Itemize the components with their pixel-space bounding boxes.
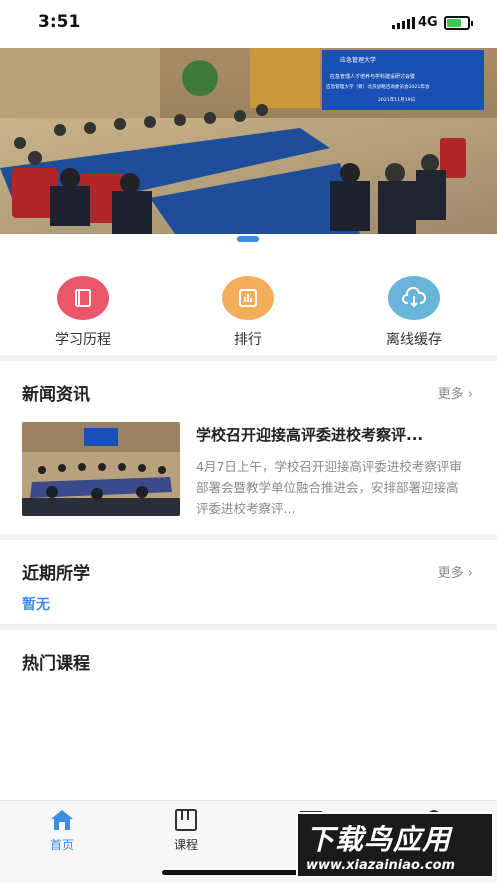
watermark-url: www.xiazainiao.com: [306, 858, 456, 873]
banner-screen-date: 2021年11月19日: [378, 96, 415, 103]
news-image: [22, 422, 180, 516]
cloud-download-icon: [388, 276, 440, 320]
divider: [0, 624, 497, 630]
recent-section-title: 近期所学: [22, 564, 90, 584]
quick-action-label: 学习历程: [55, 332, 111, 348]
recent-more-label: 更多: [437, 566, 464, 581]
news-thumbnail[interactable]: [22, 422, 180, 516]
news-section-title: 新闻资讯: [22, 385, 90, 405]
tab-home[interactable]: 首页: [32, 807, 92, 853]
news-more-label: 更多: [437, 387, 464, 402]
quick-action-learning-history[interactable]: 学习历程: [28, 276, 138, 349]
recent-more-link[interactable]: 更多 ›: [438, 562, 473, 581]
tab-course[interactable]: 课程: [156, 807, 216, 853]
quick-action-ranking[interactable]: 排行: [193, 276, 303, 349]
status-time: 3:51: [38, 12, 81, 32]
chevron-right-icon: ›: [467, 387, 473, 402]
divider: [0, 355, 497, 361]
banner-image: 应急管理大学 应急管理人才培养与学科建设研讨会暨 应急管理大学（筹）北京战略咨询…: [0, 48, 497, 234]
quick-actions: 学习历程 排行 离线缓存: [0, 258, 497, 350]
watermark-title: 下载鸟应用: [306, 823, 452, 856]
home-icon: [32, 807, 92, 833]
course-icon: [156, 807, 216, 833]
status-bar: 3:51 4G: [0, 0, 497, 48]
news-item-summary: 4月7日上午，学校召开迎接高评委进校考察评审部署会暨教学单位融合推进会，安排部署…: [196, 459, 462, 516]
quick-action-label: 离线缓存: [386, 332, 442, 348]
quick-action-offline-cache[interactable]: 离线缓存: [359, 276, 469, 349]
divider: [0, 534, 497, 540]
quick-action-label: 排行: [234, 332, 262, 348]
book-icon: [57, 276, 109, 320]
tab-course-label: 课程: [173, 838, 198, 852]
battery-icon: [444, 16, 473, 30]
carousel-indicator[interactable]: [237, 236, 259, 242]
chevron-right-icon: ›: [467, 566, 473, 581]
network-type: 4G: [418, 15, 438, 30]
banner-carousel[interactable]: 应急管理大学 应急管理人才培养与学科建设研讨会暨 应急管理大学（筹）北京战略咨询…: [0, 48, 497, 234]
banner-screen-line1: 应急管理人才培养与学科建设研讨会暨: [330, 73, 415, 80]
signal-icon: [392, 17, 415, 29]
news-item-title[interactable]: 学校召开迎接高评委进校考察评...: [196, 424, 476, 445]
news-more-link[interactable]: 更多 ›: [438, 383, 473, 402]
banner-screen-line2: 应急管理大学（筹）北京战略咨询委员会2021年会: [326, 83, 430, 90]
svg-text:应急管理大学: 应急管理大学: [340, 56, 376, 64]
hot-section-title: 热门课程: [22, 654, 90, 674]
tab-home-label: 首页: [49, 838, 74, 852]
watermark-logo: 下载鸟应用 www.xiazainiao.com: [296, 812, 494, 878]
ranking-icon: [222, 276, 274, 320]
recent-empty-text: 暂无: [22, 597, 50, 613]
